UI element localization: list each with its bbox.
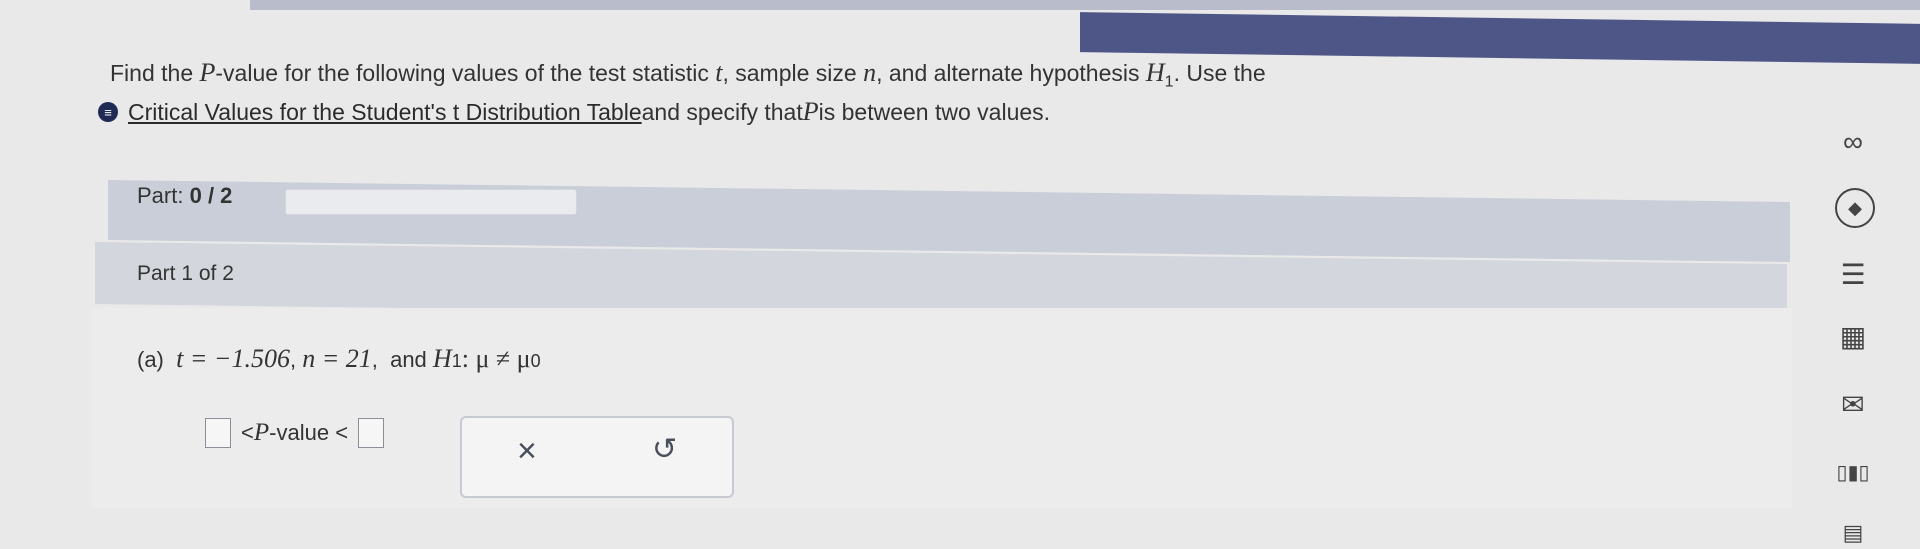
progress-track: [285, 189, 577, 215]
critical-values-table-link[interactable]: Critical Values for the Student's t Dist…: [128, 99, 642, 126]
calculator-icon[interactable]: ▦: [1825, 320, 1881, 353]
lower-bound-input[interactable]: [205, 418, 231, 448]
problem-statement: (a) t = −1.506, n = 21, and H1 : μ ≠ μ0: [137, 344, 541, 373]
ebook-icon[interactable]: ☰: [1825, 258, 1881, 291]
part-label: Part: 0 / 2: [137, 183, 233, 208]
chart-icon[interactable]: ▯▮▯: [1825, 460, 1881, 485]
upper-bound-input[interactable]: [358, 418, 385, 448]
p-value-label: <P-value <: [241, 419, 349, 446]
right-sidebar: ∞ ◆ ☰ ▦ ✉ ▯▮▯ ▤: [1825, 120, 1885, 549]
answer-tools: × ↺: [460, 416, 734, 498]
info-icon[interactable]: ≡: [98, 102, 118, 122]
top-border: [250, 0, 1920, 10]
clear-button[interactable]: ×: [517, 432, 537, 471]
question-text-line2: ≡ Critical Values for the Student's t Di…: [98, 97, 1050, 127]
question-text: Find the P-value for the following value…: [110, 58, 1266, 91]
doc-icon[interactable]: ▤: [1825, 520, 1881, 546]
hint-icon[interactable]: ◆: [1835, 188, 1875, 228]
undo-button[interactable]: ↺: [652, 432, 677, 467]
part-of-label: Part 1 of 2: [137, 262, 234, 285]
answer-row: <P-value <: [205, 418, 385, 448]
header-band: [1080, 12, 1920, 64]
answer-area: [92, 308, 1792, 508]
mail-icon[interactable]: ✉: [1825, 388, 1881, 421]
infinity-icon[interactable]: ∞: [1825, 126, 1881, 158]
